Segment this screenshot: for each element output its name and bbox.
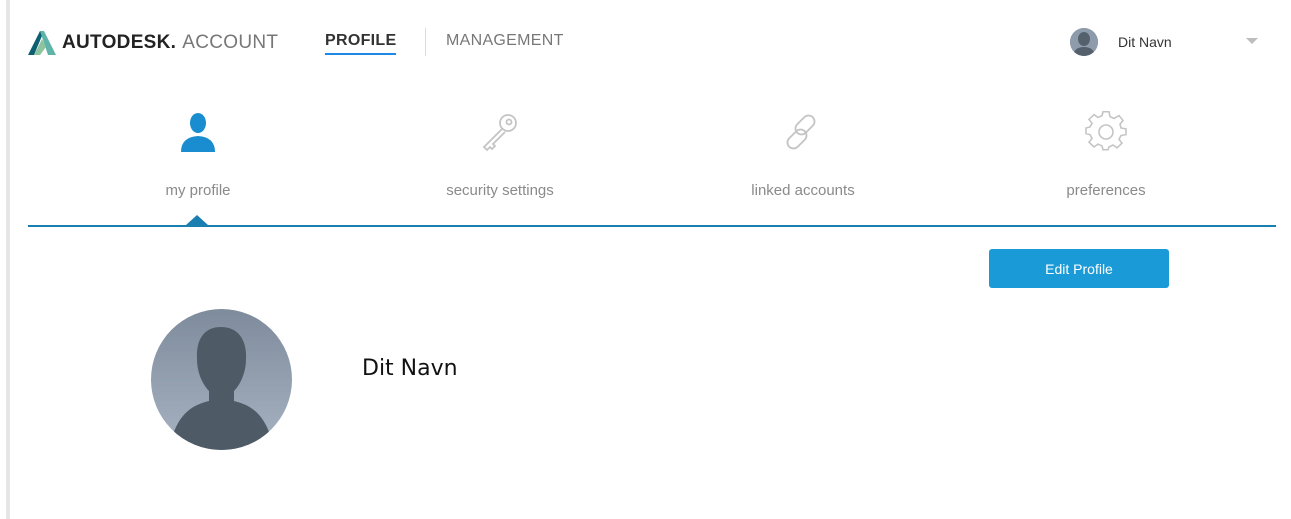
profile-name: Dit Navn	[362, 356, 458, 381]
tab-label: my profile	[165, 182, 231, 199]
top-header: AUTODESK. ACCOUNT PROFILE MANAGEMENT Dit…	[28, 20, 1274, 64]
active-tab-indicator	[186, 215, 208, 225]
profile-tabs: my profile security settings linked acco…	[28, 110, 1276, 226]
user-icon	[181, 113, 215, 152]
tab-label: linked accounts	[751, 182, 855, 199]
tab-label: preferences	[1066, 182, 1146, 199]
edit-profile-button[interactable]: Edit Profile	[989, 249, 1169, 288]
user-menu[interactable]: Dit Navn	[1070, 26, 1172, 58]
tab-preferences[interactable]: preferences	[1006, 110, 1206, 199]
tab-label: security settings	[446, 182, 554, 199]
nav-divider	[425, 28, 426, 56]
user-avatar-icon	[1070, 28, 1098, 56]
avatar-placeholder-icon	[151, 309, 292, 450]
autodesk-logo[interactable]: AUTODESK. ACCOUNT	[28, 30, 278, 56]
tab-my-profile[interactable]: my profile	[98, 110, 298, 199]
brand-name: AUTODESK.	[62, 32, 177, 53]
user-name: Dit Navn	[1118, 34, 1172, 50]
gear-icon	[1085, 111, 1127, 151]
nav-management[interactable]: MANAGEMENT	[446, 32, 564, 50]
page-left-border	[6, 0, 10, 519]
brand-suffix: ACCOUNT	[182, 32, 279, 53]
profile-avatar[interactable]	[151, 309, 292, 450]
tabs-divider	[28, 225, 1276, 227]
tab-linked-accounts[interactable]: linked accounts	[703, 110, 903, 199]
link-icon	[786, 114, 816, 150]
nav-profile[interactable]: PROFILE	[325, 32, 397, 55]
chevron-down-icon[interactable]	[1246, 38, 1258, 44]
key-icon	[482, 114, 517, 152]
tab-security-settings[interactable]: security settings	[400, 110, 600, 199]
autodesk-logo-icon	[28, 31, 56, 55]
